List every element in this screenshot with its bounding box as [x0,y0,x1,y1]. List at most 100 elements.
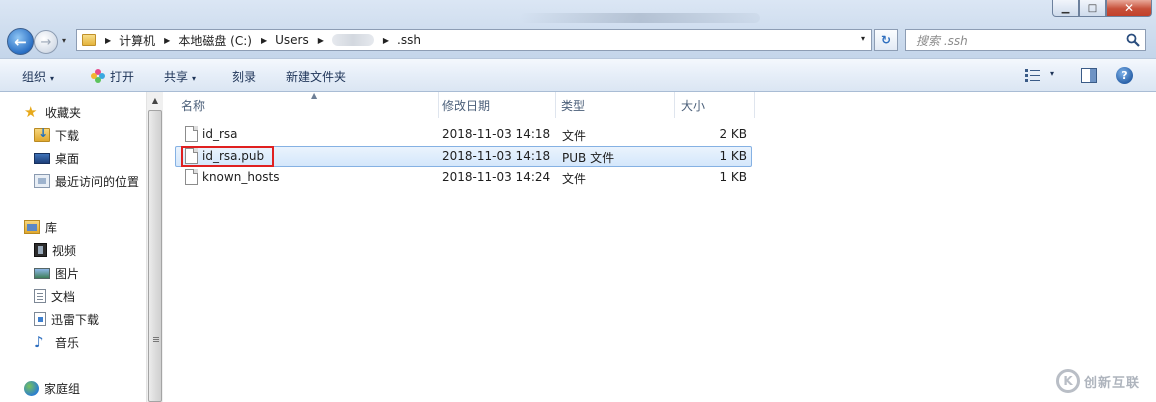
chevron-down-icon[interactable]: ▾ [192,74,196,83]
file-icon [185,126,198,142]
open-icon[interactable] [90,68,106,84]
library-icon [24,220,40,234]
sidebar-item-homegroup[interactable]: 家庭组 [24,378,80,398]
file-icon [185,169,198,185]
navigation-pane: ★ 收藏夹 下载 桌面 最近访问的位置 库 视频 图片 文档 迅雷下载 ♪ 音乐… [0,92,146,402]
breadcrumb-label[interactable]: 本地磁盘 (C:) [178,32,252,49]
column-header-type[interactable]: 类型 [555,92,675,118]
minimize-button[interactable]: ▁ [1052,0,1079,17]
view-options-dropdown-icon[interactable]: ▾ [1050,69,1054,78]
maximize-button[interactable]: □ [1079,0,1106,17]
file-name: known_hosts [202,170,280,184]
recent-places-icon [34,174,50,188]
file-size: 1 KB [719,149,747,163]
homegroup-icon [24,380,39,396]
sidebar-item-label: 图片 [55,266,80,281]
scrollbar-thumb[interactable] [148,110,162,402]
scrollbar-grip-icon [153,337,159,338]
sidebar-item-pictures[interactable]: 图片 [34,263,79,283]
watermark: K 创新互联 [1056,364,1156,398]
thunder-download-icon [34,312,46,326]
watermark-logo-icon: K [1056,369,1080,393]
window-controls: ▁ □ ✕ [1052,0,1152,17]
sidebar-item-favorites[interactable]: ★ 收藏夹 [24,102,81,122]
watermark-text: 创新互联 [1084,375,1141,391]
column-header-label: 修改日期 [442,98,491,113]
chevron-right-icon[interactable]: ▶ [105,36,111,45]
file-date: 2018-11-03 14:18 [442,149,551,163]
sidebar-item-libraries[interactable]: 库 [24,217,57,237]
window-titlebar: ▁ □ ✕ ← → ▾ ▶ 计算机 ▶ 本地磁盘 (C:) ▶ Users ▶ … [0,0,1156,58]
close-button[interactable]: ✕ [1106,0,1152,17]
file-date: 2018-11-03 14:18 [442,127,551,141]
recent-pages-dropdown[interactable]: ▾ [62,36,66,45]
column-header-name[interactable]: 名称 ▲ [175,91,439,118]
breadcrumb-users[interactable]: ▶ Users [252,30,309,50]
organize-menu[interactable]: 组织 ▾ [22,68,54,85]
command-bar: 组织 ▾ 打开 共享 ▾ 刻录 新建文件夹 ▾ ? [0,58,1156,92]
chevron-right-icon[interactable]: ▶ [318,36,324,45]
sidebar-item-thunder-downloads[interactable]: 迅雷下载 [34,309,99,329]
navigation-scrollbar[interactable]: ▲ [146,92,163,402]
chevron-right-icon[interactable]: ▶ [261,36,267,45]
breadcrumb-computer[interactable]: ▶ 计算机 [96,30,155,50]
column-header-size[interactable]: 大小 [675,92,755,118]
breadcrumb-user-folder[interactable]: ▶ [309,30,374,50]
sidebar-item-documents[interactable]: 文档 [34,286,75,306]
sidebar-item-label: 桌面 [55,151,80,166]
address-bar[interactable]: ▶ 计算机 ▶ 本地磁盘 (C:) ▶ Users ▶ ▶ .ssh ▾ [76,29,872,51]
document-icon [34,289,46,303]
breadcrumb-local-disk[interactable]: ▶ 本地磁盘 (C:) [155,30,252,50]
breadcrumb-label[interactable]: Users [275,33,309,47]
sidebar-item-label: 音乐 [55,335,80,350]
back-button[interactable]: ← [7,28,34,55]
refresh-button[interactable]: ↻ [874,29,898,51]
sidebar-item-downloads[interactable]: 下载 [34,125,79,145]
sort-ascending-icon: ▲ [311,91,318,100]
file-name: id_rsa.pub [202,149,265,163]
sidebar-item-videos[interactable]: 视频 [34,240,76,260]
chevron-right-icon[interactable]: ▶ [164,36,170,45]
preview-pane-icon[interactable] [1081,68,1097,83]
file-icon [185,148,198,164]
chevron-right-icon[interactable]: ▶ [383,36,389,45]
breadcrumb-ssh[interactable]: ▶ .ssh [374,30,421,50]
file-name: id_rsa [202,127,238,141]
address-history-dropdown[interactable]: ▾ [861,34,865,43]
share-menu[interactable]: 共享 ▾ [164,68,196,85]
scroll-up-arrow-icon[interactable]: ▲ [147,94,163,108]
column-header-label: 类型 [561,98,586,113]
sidebar-item-music[interactable]: ♪ 音乐 [34,332,79,352]
burn-button[interactable]: 刻录 [232,68,256,85]
search-input[interactable]: 搜索 .ssh [905,29,1146,51]
sidebar-item-recent-places[interactable]: 最近访问的位置 [34,171,139,191]
sidebar-item-label: 家庭组 [44,381,81,396]
share-label[interactable]: 共享 [164,70,188,84]
file-size: 1 KB [719,170,747,184]
search-icon[interactable] [1126,33,1140,47]
desktop-icon [34,152,50,164]
open-button[interactable]: 打开 [110,68,134,85]
search-placeholder: 搜索 .ssh [916,33,968,48]
table-row[interactable]: known_hosts 2018-11-03 14:24 文件 1 KB [175,167,752,188]
table-row[interactable]: id_rsa 2018-11-03 14:18 文件 2 KB [175,124,752,145]
new-folder-button[interactable]: 新建文件夹 [286,68,346,85]
breadcrumb-label[interactable]: .ssh [397,33,421,47]
sidebar-item-label: 视频 [52,243,77,258]
sidebar-item-desktop[interactable]: 桌面 [34,148,79,168]
chevron-down-icon[interactable]: ▾ [50,74,54,83]
help-icon[interactable]: ? [1116,67,1133,84]
forward-button[interactable]: → [34,30,58,54]
folder-icon [82,34,96,46]
view-options-icon[interactable] [1025,69,1041,82]
music-icon: ♪ [34,333,44,351]
organize-label[interactable]: 组织 [22,70,46,84]
column-header-date[interactable]: 修改日期 [436,92,556,118]
file-size: 2 KB [719,127,747,141]
sidebar-item-label: 迅雷下载 [51,312,100,327]
downloads-folder-icon [34,126,50,142]
breadcrumb-label[interactable]: 计算机 [119,32,155,49]
table-row[interactable]: id_rsa.pub 2018-11-03 14:18 PUB 文件 1 KB [175,146,752,167]
video-icon [34,243,47,257]
blurred-username [331,34,374,46]
